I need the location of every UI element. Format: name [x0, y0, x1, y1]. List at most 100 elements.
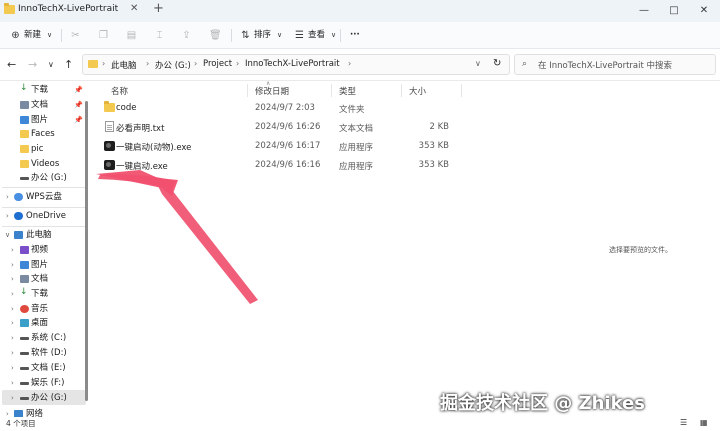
sidebar-item-quick-downloads[interactable]: ↓ 下载 📌	[0, 83, 85, 97]
tiles-view-icon[interactable]: ▦	[700, 418, 708, 427]
recent-locations-icon[interactable]: ∨	[48, 60, 54, 69]
file-row-launcher[interactable]: 一键启动.exe 2024/9/6 16:16 应用程序 353 KB	[99, 156, 469, 175]
chevron-right-icon[interactable]: ›	[11, 258, 14, 272]
chevron-down-icon[interactable]: ∨	[5, 228, 10, 242]
pin-icon[interactable]: 📌	[74, 98, 83, 112]
chevron-right-icon[interactable]: ›	[11, 346, 14, 360]
sidebar-item-label: pic	[31, 144, 44, 154]
tab-close-icon[interactable]: ✕	[130, 3, 138, 14]
chevron-right-icon[interactable]: ›	[6, 190, 9, 204]
sidebar-item-quick-pictures[interactable]: 图片 📌	[0, 113, 85, 127]
view-button[interactable]: ☰ 查看 ∨	[294, 28, 339, 43]
sidebar-item-quick-drive-g[interactable]: 办公 (G:)	[0, 171, 85, 185]
file-type: 应用程序	[339, 143, 374, 153]
sidebar-item-drive-f[interactable]: › 娱乐 (F:)	[0, 376, 85, 390]
chevron-right-icon: ›	[102, 59, 106, 68]
toolbar-divider	[231, 29, 232, 42]
breadcrumb-drive-g[interactable]: 办公 (G:)	[155, 59, 191, 71]
sidebar-item-label: 软件 (D:)	[31, 348, 67, 358]
column-header-size[interactable]: 大小	[409, 85, 426, 97]
details-view-icon[interactable]: ☰	[680, 418, 687, 427]
copy-button[interactable]: ❐	[98, 28, 109, 43]
sidebar-item-drive-d[interactable]: › 软件 (D:)	[0, 346, 85, 360]
column-divider[interactable]	[247, 84, 248, 97]
sidebar-item-network[interactable]: › 网络	[0, 407, 85, 417]
sidebar-item-pc-downloads[interactable]: › ↓ 下载	[0, 287, 85, 301]
chevron-right-icon[interactable]: ›	[11, 316, 14, 330]
column-header-name[interactable]: 名称	[111, 85, 128, 97]
chevron-down-icon[interactable]: ∨	[475, 59, 481, 68]
sidebar-divider	[2, 187, 86, 188]
plus-circle-icon: ⊕	[11, 30, 20, 41]
more-button[interactable]: ···	[350, 28, 360, 43]
file-row-launcher-animal[interactable]: 一键启动(动物).exe 2024/9/6 16:17 应用程序 353 KB	[99, 137, 469, 156]
close-button[interactable]: ✕	[689, 2, 719, 20]
column-divider[interactable]	[401, 84, 402, 97]
chevron-right-icon[interactable]: ›	[11, 331, 14, 345]
sort-button[interactable]: ⇅ 排序 ∨	[240, 28, 285, 43]
chevron-right-icon[interactable]: ›	[11, 391, 14, 405]
rename-button[interactable]: ⌶	[154, 28, 165, 43]
minimize-button[interactable]: —	[629, 2, 659, 20]
chevron-right-icon[interactable]: ›	[11, 287, 14, 301]
sidebar-item-pic[interactable]: pic	[0, 142, 85, 156]
sidebar-item-label: 下载	[31, 289, 49, 299]
folder-icon	[104, 101, 115, 112]
back-icon[interactable]: ←	[7, 58, 16, 71]
sidebar-item-drive-e[interactable]: › 文档 (E:)	[0, 361, 85, 375]
exe-icon	[104, 160, 115, 170]
column-header-modified[interactable]: 修改日期	[255, 85, 289, 97]
new-tab-icon[interactable]: +	[153, 1, 164, 16]
chevron-right-icon[interactable]: ›	[11, 302, 14, 316]
column-divider[interactable]	[331, 84, 332, 97]
new-button[interactable]: ⊕ 新建 ∨	[10, 28, 55, 43]
delete-button[interactable]: 🗑	[209, 28, 222, 43]
sidebar-item-label: 音乐	[31, 304, 49, 314]
file-type: 应用程序	[339, 162, 374, 172]
sidebar-scrollbar[interactable]	[85, 101, 88, 401]
sidebar-item-this-pc[interactable]: ∨ 此电脑	[0, 228, 85, 242]
folder-icon	[88, 60, 98, 68]
column-header-type[interactable]: 类型	[339, 85, 356, 97]
chevron-right-icon[interactable]: ›	[11, 361, 14, 375]
refresh-icon[interactable]: ↻	[493, 58, 501, 69]
sidebar-item-drive-c[interactable]: › 系统 (C:)	[0, 331, 85, 345]
file-row-code[interactable]: code 2024/9/7 2:03 文件夹	[99, 99, 469, 118]
address-bar[interactable]: › 此电脑 › 办公 (G:) › Project › InnoTechX-Li…	[82, 54, 510, 75]
sidebar-item-videos[interactable]: Videos	[0, 157, 85, 171]
sidebar-item-onedrive[interactable]: › OneDrive	[0, 209, 85, 223]
sidebar-divider	[2, 207, 86, 208]
sidebar-item-faces[interactable]: Faces	[0, 127, 85, 141]
sidebar-item-pc-music[interactable]: › 音乐	[0, 302, 85, 316]
chevron-right-icon[interactable]: ›	[11, 376, 14, 390]
column-divider[interactable]	[461, 84, 462, 97]
share-button[interactable]: ⇪	[181, 28, 192, 43]
sidebar-item-pc-videos[interactable]: › 视频	[0, 243, 85, 257]
preview-pane-message: 选择要预览的文件。	[609, 246, 672, 254]
search-box[interactable]: ⌕ 在 InnoTechX-LivePortrait 中搜索	[514, 54, 716, 75]
folder-icon	[4, 3, 15, 14]
paste-button[interactable]: ▤	[126, 28, 137, 43]
sidebar-item-wps[interactable]: › WPS云盘	[0, 190, 85, 204]
chevron-right-icon[interactable]: ›	[6, 407, 9, 417]
file-type: 文件夹	[339, 105, 365, 115]
maximize-button[interactable]: □	[659, 2, 689, 20]
chevron-right-icon[interactable]: ›	[6, 209, 9, 223]
cut-button[interactable]: ✂	[70, 28, 81, 43]
sidebar-item-pc-documents[interactable]: › 文档	[0, 272, 85, 286]
sidebar-item-pc-pictures[interactable]: › 图片	[0, 258, 85, 272]
forward-icon[interactable]: →	[28, 58, 37, 71]
pin-icon[interactable]: 📌	[74, 113, 83, 127]
breadcrumb-current-folder[interactable]: InnoTechX-LivePortrait	[245, 59, 340, 69]
sidebar-item-quick-documents[interactable]: 文档 📌	[0, 98, 85, 112]
tab-title[interactable]: InnoTechX-LivePortrait	[18, 4, 118, 14]
chevron-right-icon[interactable]: ›	[11, 272, 14, 286]
sidebar-item-drive-g[interactable]: › 办公 (G:)	[0, 391, 85, 405]
pin-icon[interactable]: 📌	[74, 83, 83, 97]
file-row-readme[interactable]: 必看声明.txt 2024/9/6 16:26 文本文档 2 KB	[99, 118, 469, 137]
sidebar-item-pc-desktop[interactable]: › 桌面	[0, 316, 85, 330]
breadcrumb-this-pc[interactable]: 此电脑	[111, 59, 137, 71]
breadcrumb-project[interactable]: Project	[203, 59, 232, 69]
chevron-right-icon[interactable]: ›	[11, 243, 14, 257]
up-icon[interactable]: ↑	[64, 58, 73, 71]
